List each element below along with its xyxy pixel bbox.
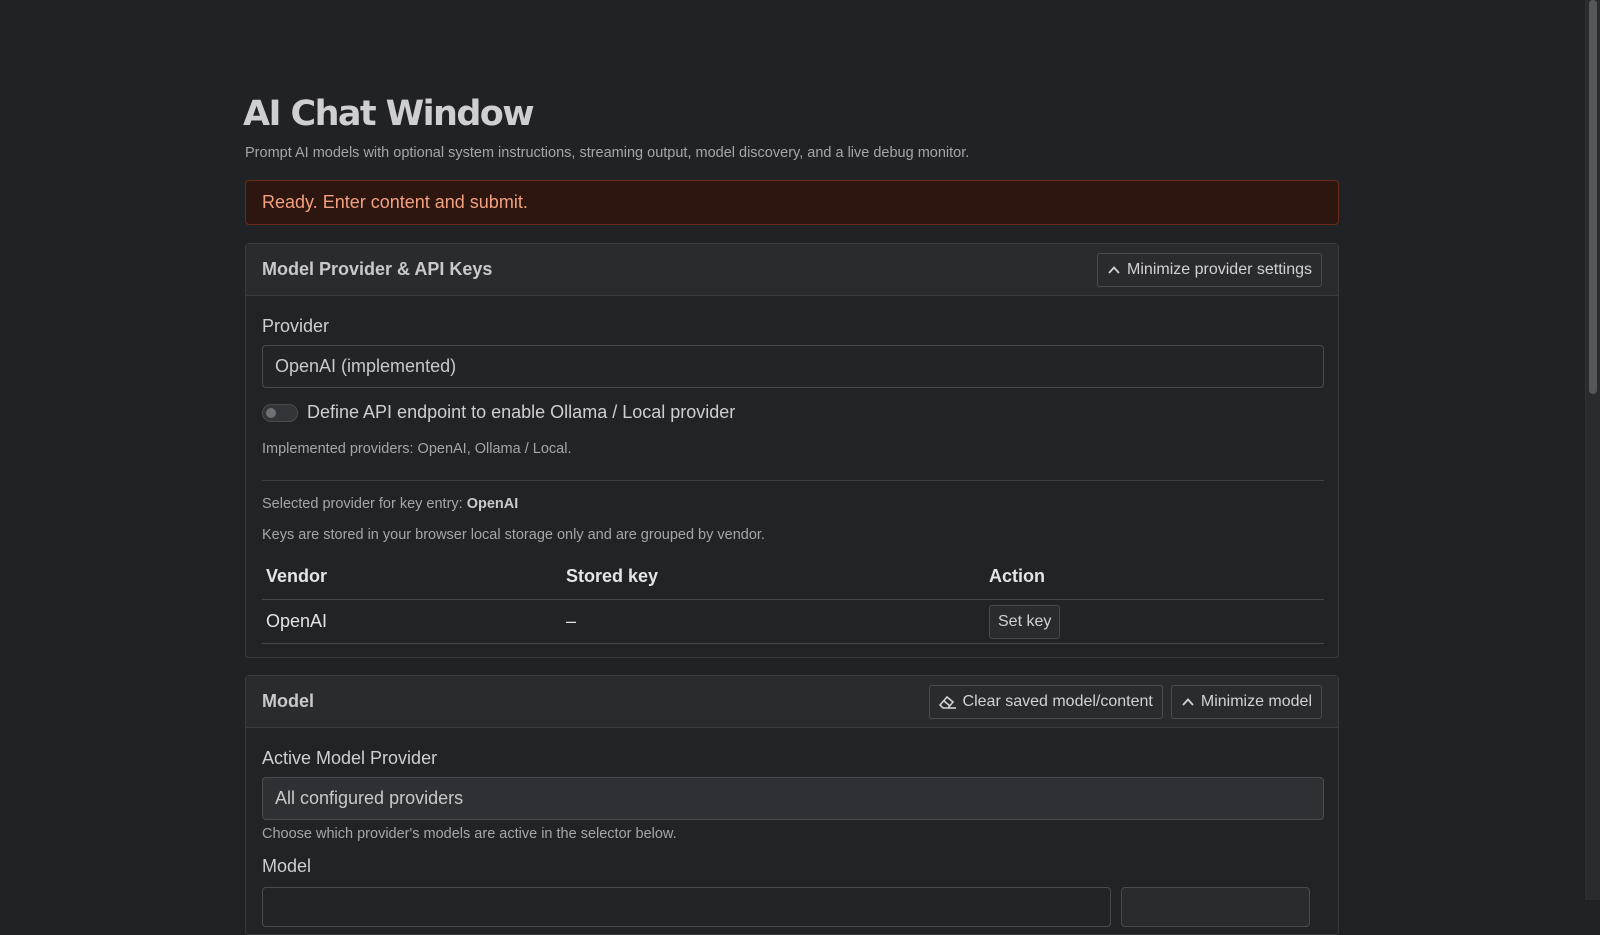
page-scrollbar[interactable]: [1585, 0, 1600, 900]
provider-field-label: Provider: [262, 316, 330, 336]
provider-select-value: OpenAI (implemented): [275, 356, 457, 376]
selected-provider-value: OpenAI: [466, 496, 519, 512]
chevron-up-icon: [1182, 697, 1194, 706]
action-header: Action: [985, 562, 1324, 600]
table-row: OpenAI – Set key: [262, 599, 1324, 644]
stored-key-cell: –: [562, 599, 985, 644]
provider-card: Model Provider & API Keys Minimize provi…: [245, 243, 1339, 658]
endpoint-toggle-row: Define API endpoint to enable Ollama / L…: [262, 402, 735, 423]
api-keys-table: Vendor Stored key Action OpenAI – Set ke…: [262, 562, 1324, 644]
model-card-header: Model Clear saved model/content Minimize…: [246, 676, 1338, 728]
active-provider-select[interactable]: All configured providers: [262, 777, 1324, 820]
clear-saved-label: Clear saved model/content: [962, 692, 1153, 710]
action-cell: Set key: [985, 599, 1324, 644]
active-provider-note: Choose which provider's models are activ…: [262, 826, 677, 842]
model-field-label: Model: [262, 856, 312, 876]
page-subtitle: Prompt AI models with optional system in…: [245, 145, 970, 161]
implemented-providers-note: Implemented providers: OpenAI, Ollama / …: [262, 441, 572, 457]
model-card: Model Clear saved model/content Minimize…: [245, 675, 1339, 935]
status-text: Ready. Enter content and submit.: [262, 192, 528, 212]
active-provider-label: Active Model Provider: [262, 748, 438, 768]
endpoint-toggle[interactable]: [262, 403, 298, 422]
status-banner: Ready. Enter content and submit.: [245, 180, 1339, 225]
stored-key-header: Stored key: [562, 562, 985, 600]
provider-select[interactable]: OpenAI (implemented): [262, 345, 1324, 388]
set-key-button[interactable]: Set key: [989, 604, 1061, 639]
provider-card-title: Model Provider & API Keys: [262, 259, 493, 279]
provider-card-header: Model Provider & API Keys Minimize provi…: [246, 244, 1338, 296]
clear-saved-button[interactable]: Clear saved model/content: [928, 684, 1163, 719]
model-select[interactable]: [262, 887, 1111, 927]
provider-divider: [262, 480, 1324, 481]
endpoint-toggle-label: Define API endpoint to enable Ollama / L…: [307, 402, 736, 422]
storage-note: Keys are stored in your browser local st…: [262, 527, 765, 543]
minimize-model-label: Minimize model: [1200, 692, 1312, 710]
api-keys-table-wrap: Vendor Stored key Action OpenAI – Set ke…: [262, 562, 1324, 644]
model-card-actions: Clear saved model/content Minimize model: [928, 684, 1322, 719]
vendor-cell: OpenAI: [262, 599, 562, 644]
page-title: AI Chat Window: [243, 94, 535, 134]
toggle-knob: [266, 407, 276, 418]
chevron-up-icon: [1108, 265, 1120, 274]
refresh-models-button[interactable]: [1121, 887, 1310, 927]
minimize-provider-button[interactable]: Minimize provider settings: [1097, 252, 1322, 287]
selected-provider-line: Selected provider for key entry: OpenAI: [262, 496, 518, 512]
table-header-row: Vendor Stored key Action: [262, 562, 1324, 600]
minimize-model-button[interactable]: Minimize model: [1170, 684, 1322, 719]
scrollbar-thumb[interactable]: [1589, 0, 1597, 394]
active-provider-value: All configured providers: [275, 788, 464, 808]
vendor-header: Vendor: [262, 562, 562, 600]
model-card-title: Model: [262, 691, 314, 711]
minimize-provider-label: Minimize provider settings: [1127, 260, 1312, 278]
eraser-icon: [938, 695, 956, 709]
selected-provider-prefix: Selected provider for key entry:: [262, 496, 463, 512]
